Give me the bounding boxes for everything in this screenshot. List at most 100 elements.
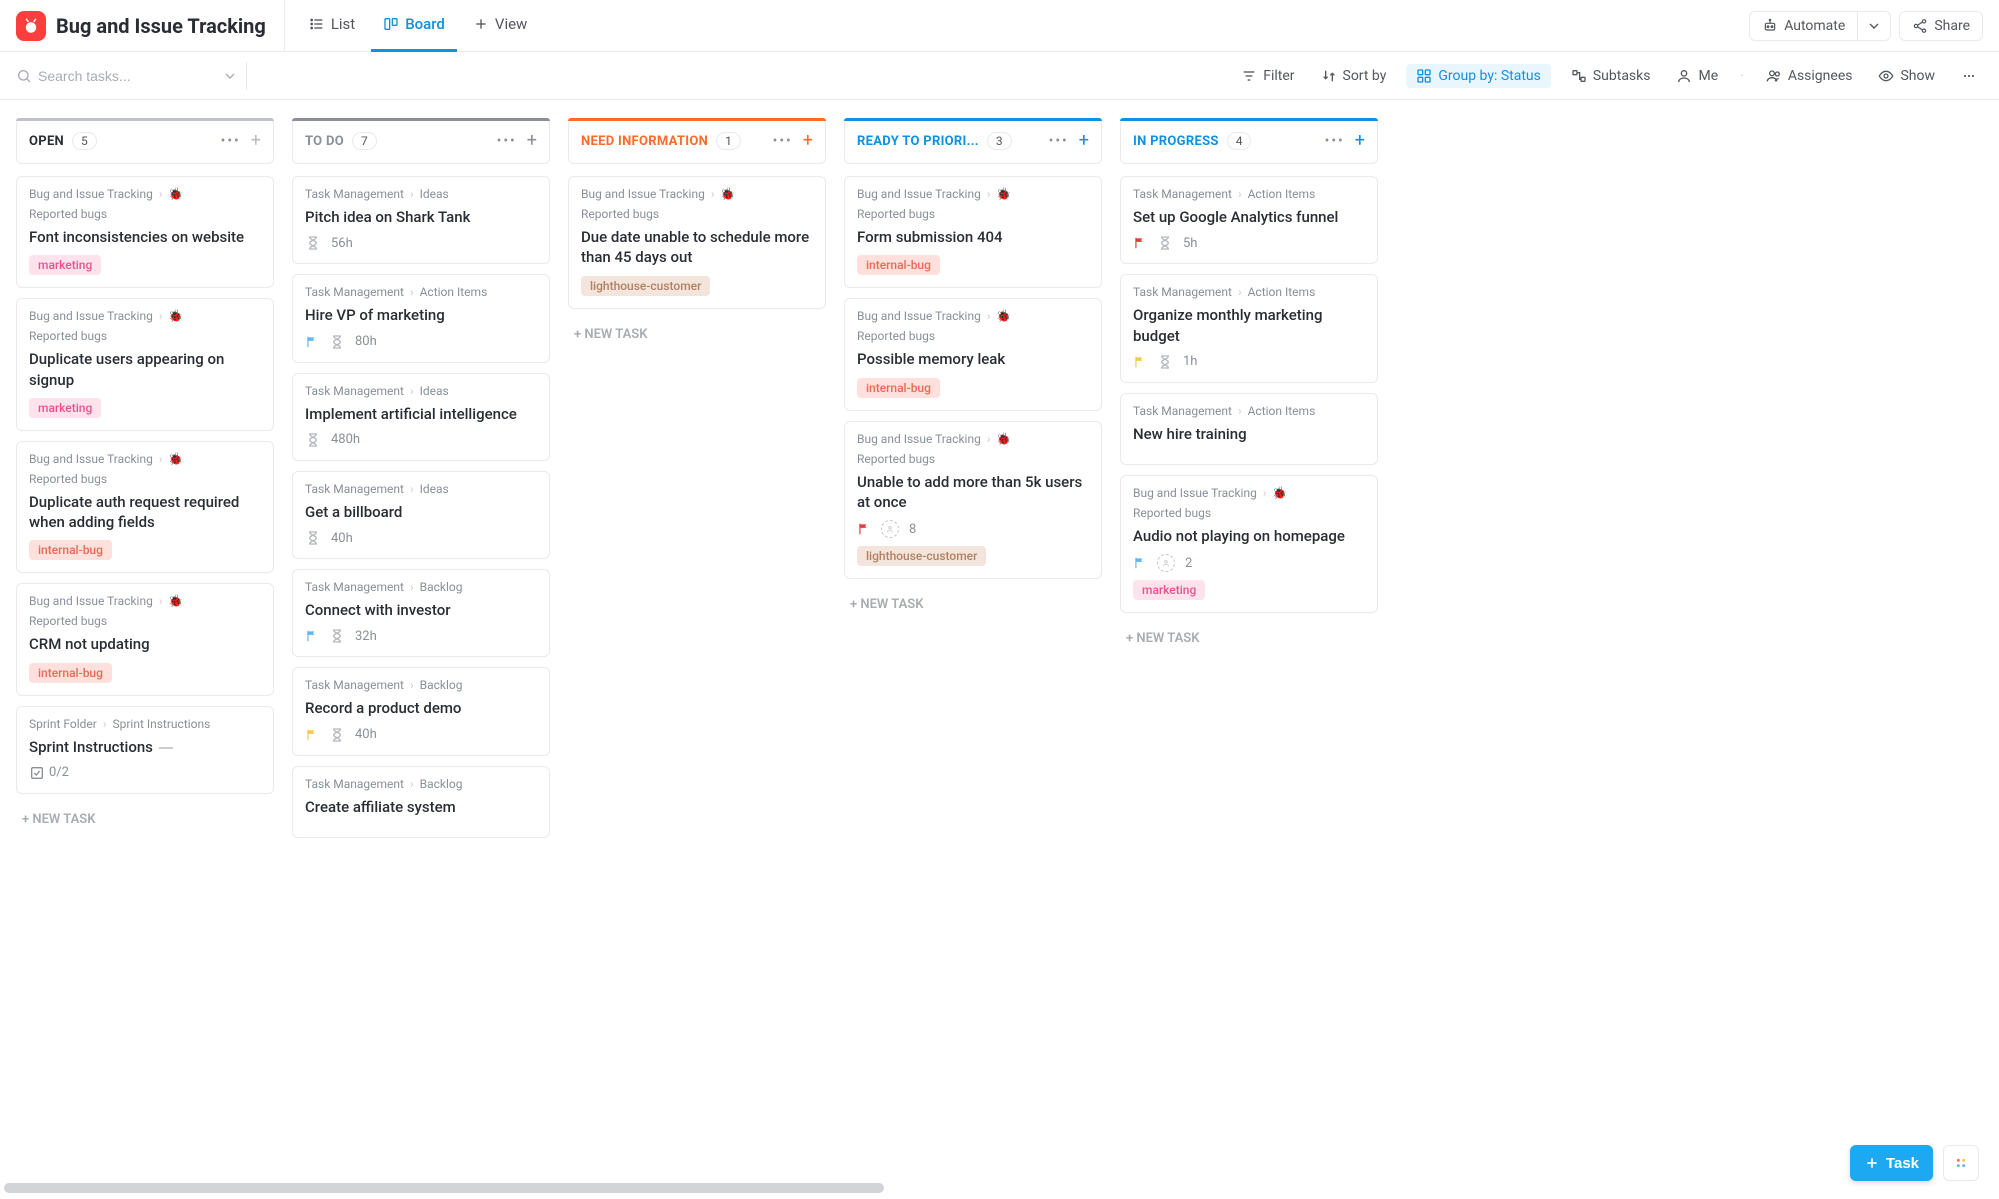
bug-icon: 🐞	[168, 452, 183, 466]
task-card[interactable]: Bug and Issue Tracking›🐞Reported bugsDup…	[16, 441, 274, 574]
new-task-button[interactable]: + NEW TASK	[568, 319, 826, 350]
board-column: READY TO PRIORI... 3 ••• + Bug and Issue…	[844, 118, 1102, 620]
card-title: Due date unable to schedule more than 45…	[581, 227, 813, 268]
task-card[interactable]: Bug and Issue Tracking›🐞Reported bugsAud…	[1120, 475, 1378, 613]
card-tag[interactable]: marketing	[29, 255, 101, 275]
automate-button[interactable]: Automate	[1749, 11, 1857, 41]
card-breadcrumb: Bug and Issue Tracking›🐞Reported bugs	[29, 594, 261, 628]
count-value: 2	[1185, 556, 1192, 571]
task-card[interactable]: Bug and Issue Tracking›🐞Reported bugsFon…	[16, 176, 274, 288]
task-card[interactable]: Task Management›Action ItemsHire VP of m…	[292, 274, 550, 362]
card-tag[interactable]: lighthouse-customer	[581, 276, 710, 296]
card-tag[interactable]: internal-bug	[29, 663, 112, 683]
column-header[interactable]: NEED INFORMATION 1 ••• +	[568, 118, 826, 164]
card-title: Hire VP of marketing	[305, 305, 537, 325]
chevron-down-icon	[1866, 18, 1882, 34]
crumb-list: Ideas	[420, 384, 449, 398]
column-add-task[interactable]: +	[1355, 132, 1365, 150]
column-header[interactable]: TO DO 7 ••• +	[292, 118, 550, 164]
column-menu[interactable]: •••	[1325, 133, 1345, 149]
card-tag[interactable]: internal-bug	[29, 540, 112, 560]
add-view-label: View	[495, 15, 527, 33]
hourglass-icon	[329, 628, 345, 644]
column-header[interactable]: IN PROGRESS 4 ••• +	[1120, 118, 1378, 164]
add-view[interactable]: View	[461, 0, 539, 52]
task-card[interactable]: Bug and Issue Tracking›🐞Reported bugs Due…	[568, 176, 826, 309]
bug-icon: 🐞	[1272, 486, 1287, 500]
card-tag[interactable]: internal-bug	[857, 378, 940, 398]
card-meta: 8	[857, 520, 1089, 538]
group-by-button[interactable]: Group by: Status	[1406, 64, 1550, 88]
create-task-fab[interactable]: Task	[1850, 1145, 1933, 1181]
search-dropdown[interactable]	[214, 62, 247, 90]
task-card[interactable]: Task Management›BacklogConnect with inve…	[292, 569, 550, 657]
new-task-button[interactable]: + NEW TASK	[16, 804, 274, 835]
task-card[interactable]: Task Management›Action ItemsSet up Googl…	[1120, 176, 1378, 264]
task-card[interactable]: Bug and Issue Tracking›🐞Reported bugsPos…	[844, 298, 1102, 410]
share-button[interactable]: Share	[1899, 11, 1983, 41]
card-tag[interactable]: marketing	[29, 398, 101, 418]
task-card[interactable]: Task Management›Action ItemsNew hire tra…	[1120, 393, 1378, 465]
view-tab-list[interactable]: List	[297, 0, 367, 52]
task-card[interactable]: Sprint Folder›Sprint InstructionsSprint …	[16, 706, 274, 794]
hourglass-icon	[305, 530, 321, 546]
column-menu[interactable]: •••	[773, 133, 793, 149]
view-tab-board[interactable]: Board	[371, 0, 457, 52]
column-add-task[interactable]: +	[251, 132, 261, 150]
time-estimate: 480h	[331, 432, 360, 447]
card-title: Font inconsistencies on website	[29, 227, 261, 247]
column-add-task[interactable]: +	[1079, 132, 1089, 150]
column-add-task[interactable]: +	[527, 132, 537, 150]
task-card[interactable]: Task Management›IdeasImplement artificia…	[292, 373, 550, 461]
column-menu[interactable]: •••	[221, 133, 241, 149]
task-card[interactable]: Bug and Issue Tracking›🐞Reported bugsUna…	[844, 421, 1102, 580]
space-logo	[16, 11, 46, 41]
task-card[interactable]: Task Management›Action ItemsOrganize mon…	[1120, 274, 1378, 383]
show-label: Show	[1900, 68, 1935, 84]
card-breadcrumb: Bug and Issue Tracking›🐞Reported bugs	[581, 187, 813, 221]
me-button[interactable]: Me	[1670, 64, 1724, 88]
filter-button[interactable]: Filter	[1235, 64, 1300, 88]
new-task-button[interactable]: + NEW TASK	[1120, 623, 1378, 654]
time-estimate: 32h	[355, 629, 377, 644]
search-icon	[16, 68, 32, 84]
crumb-folder: Bug and Issue Tracking	[1133, 486, 1257, 500]
card-meta: 2	[1133, 554, 1365, 572]
column-menu[interactable]: •••	[1049, 133, 1069, 149]
me-label: Me	[1698, 68, 1718, 84]
card-tag[interactable]: lighthouse-customer	[857, 546, 986, 566]
horizontal-scrollbar[interactable]	[4, 1183, 884, 1193]
subtasks-button[interactable]: Subtasks	[1565, 64, 1657, 88]
apps-fab[interactable]	[1943, 1145, 1979, 1181]
column-header[interactable]: READY TO PRIORI... 3 ••• +	[844, 118, 1102, 164]
show-button[interactable]: Show	[1872, 64, 1941, 88]
task-card[interactable]: Task Management›IdeasGet a billboard40h	[292, 471, 550, 559]
more-button[interactable]	[1955, 64, 1983, 88]
task-card[interactable]: Bug and Issue Tracking›🐞Reported bugsFor…	[844, 176, 1102, 288]
task-card[interactable]: Task Management›BacklogCreate affiliate …	[292, 766, 550, 838]
column-add-task[interactable]: +	[803, 132, 813, 150]
column-menu[interactable]: •••	[497, 133, 517, 149]
column-header[interactable]: OPEN 5 ••• +	[16, 118, 274, 164]
card-tag[interactable]: internal-bug	[857, 255, 940, 275]
task-card[interactable]: Bug and Issue Tracking›🐞Reported bugsDup…	[16, 298, 274, 431]
view-tab-board-label: Board	[405, 15, 445, 33]
task-card[interactable]: Task Management›BacklogRecord a product …	[292, 667, 550, 755]
board-column: NEED INFORMATION 1 ••• + Bug and Issue T…	[568, 118, 826, 350]
card-title: Set up Google Analytics funnel	[1133, 207, 1365, 227]
bug-icon: 🐞	[720, 187, 735, 201]
assignees-button[interactable]: Assignees	[1760, 64, 1859, 88]
automate-dropdown[interactable]	[1857, 11, 1891, 41]
crumb-list: Reported bugs	[857, 207, 935, 221]
card-tag[interactable]: marketing	[1133, 580, 1205, 600]
card-breadcrumb: Task Management›Backlog	[305, 678, 537, 692]
task-card[interactable]: Bug and Issue Tracking›🐞Reported bugsCRM…	[16, 583, 274, 695]
apps-icon	[1953, 1155, 1969, 1171]
search-input[interactable]	[38, 68, 198, 84]
card-title: Form submission 404	[857, 227, 1089, 247]
time-estimate: 40h	[331, 531, 353, 546]
card-title: Duplicate users appearing on signup	[29, 349, 261, 390]
new-task-button[interactable]: + NEW TASK	[844, 589, 1102, 620]
task-card[interactable]: Task Management›IdeasPitch idea on Shark…	[292, 176, 550, 264]
sort-by-button[interactable]: Sort by	[1315, 64, 1393, 88]
